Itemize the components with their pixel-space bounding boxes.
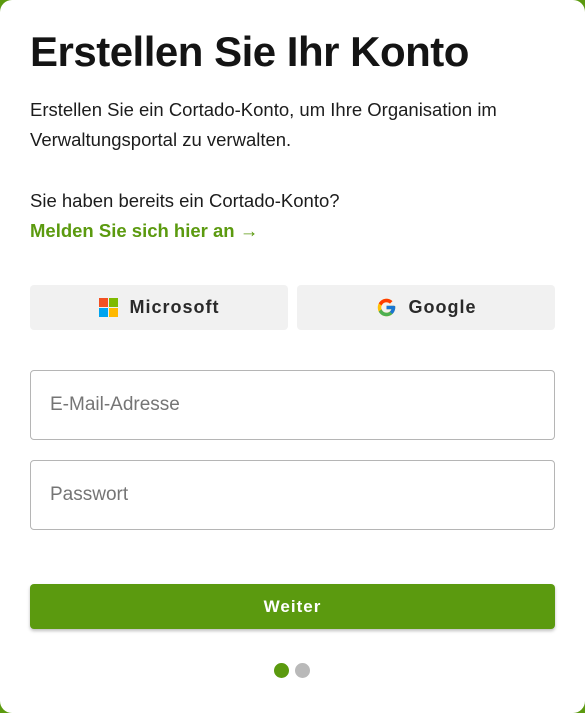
microsoft-logo-icon <box>98 298 118 317</box>
page-background: Erstellen Sie Ihr Konto Erstellen Sie ei… <box>0 0 585 713</box>
page-title: Erstellen Sie Ihr Konto <box>30 28 469 75</box>
google-logo-icon <box>377 298 395 317</box>
step-dot-1 <box>274 663 289 678</box>
step-dot-2 <box>295 663 310 678</box>
microsoft-button-label: Microsoft <box>129 297 220 317</box>
step-indicator <box>274 663 310 678</box>
microsoft-signin-button[interactable]: Microsoft <box>30 285 288 330</box>
signin-link[interactable]: Melden Sie sich hier an → <box>30 216 258 246</box>
continue-button[interactable]: Weiter <box>30 584 555 629</box>
page-description: Erstellen Sie ein Cortado-Konto, um Ihre… <box>30 99 497 150</box>
google-button-label: Google <box>408 297 477 317</box>
signup-card: Erstellen Sie Ihr Konto Erstellen Sie ei… <box>0 0 585 713</box>
google-signin-button[interactable]: Google <box>297 285 555 330</box>
email-field[interactable] <box>30 370 555 440</box>
existing-account-prompt: Sie haben bereits ein Cortado-Konto? <box>30 190 340 211</box>
password-field[interactable] <box>30 460 555 530</box>
